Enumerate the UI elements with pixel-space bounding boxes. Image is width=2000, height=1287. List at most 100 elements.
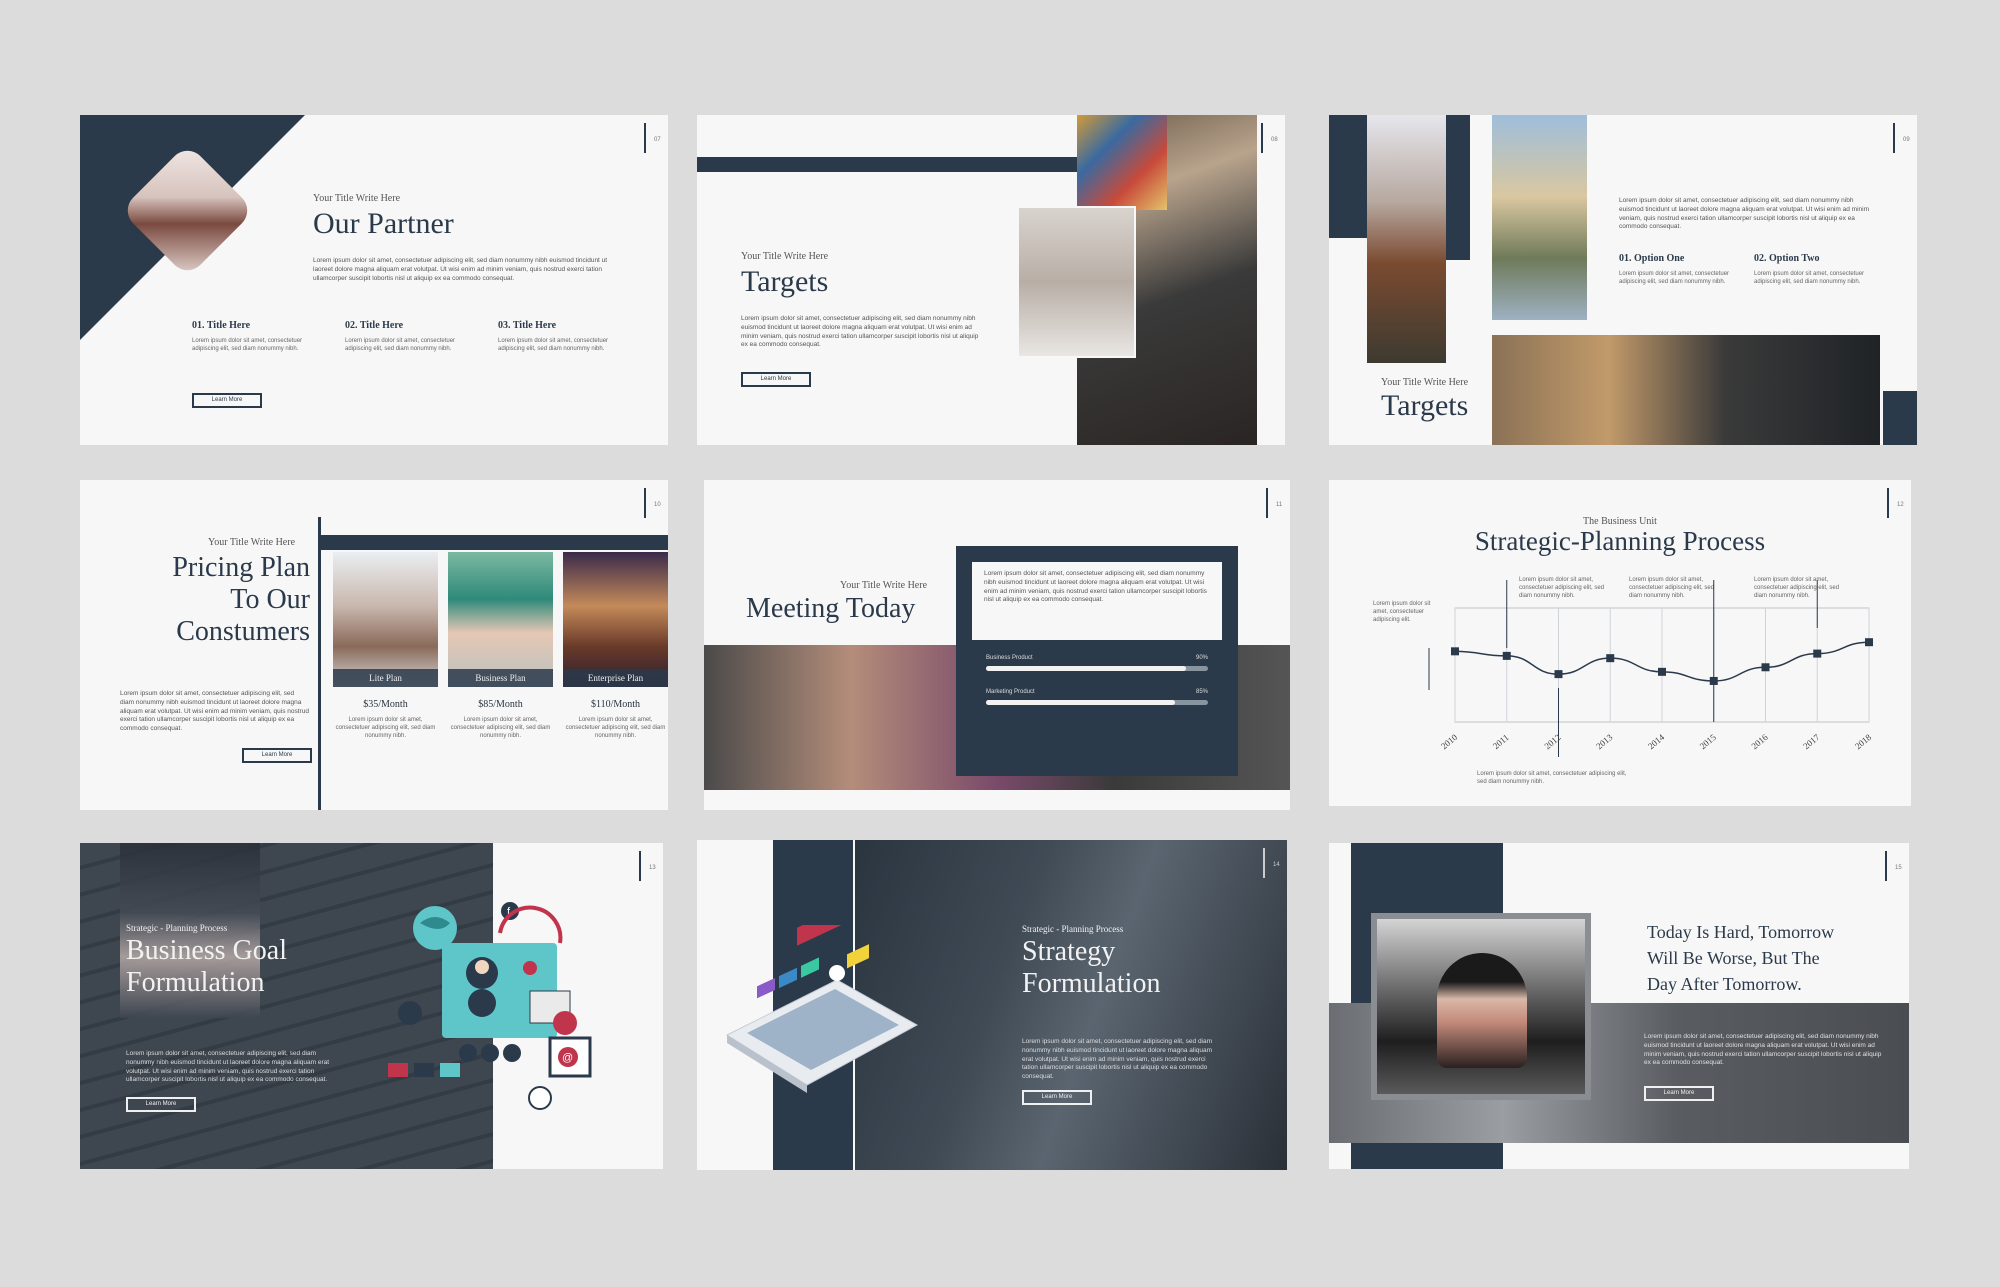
learn-more-button[interactable]: Learn More (1644, 1086, 1714, 1101)
subtitle: Your Title Write Here (313, 193, 401, 204)
option-two: 02. Option Two Lorem ipsum dolor sit ame… (1754, 253, 1865, 286)
page-number: 07 (644, 123, 661, 153)
page-number: 13 (639, 851, 656, 881)
progress-marketing: Marketing Product 85% (986, 688, 1208, 706)
slide-targets-collage[interactable]: 09 Lorem ipsum dolor sit amet, consectet… (1329, 115, 1917, 445)
data-point (1502, 651, 1511, 660)
slide-our-partner[interactable]: 07 Your Title Write Here Our Partner Lor… (80, 115, 668, 445)
social-media-illustration: f @ (388, 902, 592, 1110)
item-3: 03. Title Here Lorem ipsum dolor sit ame… (498, 320, 609, 353)
data-point (1606, 654, 1615, 663)
data-point (1554, 670, 1563, 679)
plan-card-enterprise[interactable]: Enterprise Plan $110/Month Lorem ipsum d… (563, 552, 668, 740)
option-one: 01. Option One Lorem ipsum dolor sit ame… (1619, 253, 1730, 286)
people-icon (459, 1044, 477, 1062)
navy-band (318, 535, 668, 550)
x-tick-label: 2016 (1749, 732, 1770, 752)
learn-more-button[interactable]: Learn More (1022, 1090, 1092, 1105)
page-number: 14 (1263, 848, 1280, 878)
heart-icon (829, 965, 845, 981)
data-point (1865, 638, 1873, 647)
intro-text: Lorem ipsum dolor sit amet, consectetuer… (120, 690, 309, 733)
plan-photo: Lite Plan (333, 552, 438, 687)
x-tick-label: 2011 (1491, 732, 1511, 751)
network-globe-icon (468, 989, 496, 1017)
learn-more-button[interactable]: Learn More (741, 372, 811, 387)
x-tick-label: 2015 (1698, 732, 1719, 752)
plan-card-lite[interactable]: Lite Plan $35/Month Lorem ipsum dolor si… (333, 552, 438, 740)
slide-business-goal[interactable]: 13 Strategic - Planning Process Business… (80, 843, 663, 1169)
slide-title: Our Partner (313, 207, 454, 240)
intro-text: Lorem ipsum dolor sit amet, consectetuer… (313, 257, 608, 282)
back-view-photo (1019, 208, 1134, 356)
page-number: 15 (1885, 851, 1902, 881)
slide-title: Targets (741, 265, 829, 298)
x-tick-label: 2010 (1439, 732, 1460, 752)
learn-more-button[interactable]: Learn More (192, 393, 262, 408)
data-point (1709, 676, 1718, 685)
red-tile (797, 925, 852, 946)
isometric-tablet-illustration (725, 925, 919, 1093)
subtitle: Your Title Write Here (741, 251, 829, 262)
slide-title: Meeting Today (746, 593, 916, 624)
intro-text: Lorem ipsum dolor sit amet, consectetuer… (1619, 197, 1870, 231)
slide-title: Business Goal Formulation (126, 935, 287, 999)
redhead-photo (1367, 115, 1446, 363)
x-tick-label: 2018 (1853, 732, 1874, 752)
progress-business: Business Product 90% (986, 654, 1208, 672)
yellow-tile (847, 944, 869, 969)
x-tick-label: 2012 (1542, 732, 1562, 751)
panel-text-box: Lorem ipsum dolor sit amet, consectetuer… (972, 562, 1222, 640)
location-pin-icon (523, 961, 537, 975)
page-number: 09 (1893, 123, 1910, 153)
page-number: 10 (644, 488, 661, 518)
data-point (1658, 667, 1666, 676)
subtitle: Your Title Write Here (840, 580, 928, 591)
data-point (1761, 663, 1770, 672)
slide-title: Strategy Formulation (1022, 936, 1161, 1000)
data-point (1813, 649, 1822, 658)
x-tick-label: 2014 (1646, 732, 1667, 752)
sunlight-photo (1492, 115, 1587, 320)
svg-text:@: @ (562, 1052, 573, 1064)
intro-text: Lorem ipsum dolor sit amet, consectetuer… (1022, 1038, 1213, 1081)
plan-card-business[interactable]: Business Plan $85/Month Lorem ipsum dolo… (448, 552, 553, 740)
slide-targets[interactable]: 08 Your Title Write Here Targets Lorem i… (697, 115, 1285, 445)
eyebrow: Strategic - Planning Process (1022, 924, 1124, 934)
x-tick-label: 2017 (1801, 732, 1822, 752)
slide-quote[interactable]: 15 Today Is Hard, Tomorrow Will Be Worse… (1329, 843, 1909, 1169)
subtitle: Your Title Write Here (1381, 377, 1469, 388)
navy-block-mid (1446, 115, 1470, 260)
google-plus-icon (528, 1086, 552, 1110)
page-number: 08 (1261, 123, 1278, 153)
plan-photo: Business Plan (448, 552, 553, 687)
portrait-frame (1371, 913, 1591, 1100)
subtitle: Your Title Write Here (208, 537, 296, 548)
item-1: 01. Title Here Lorem ipsum dolor sit ame… (192, 320, 303, 353)
plan-photo: Enterprise Plan (563, 552, 668, 687)
x-tick-label: 2013 (1594, 732, 1615, 752)
slide-meeting-today[interactable]: Lorem ipsum dolor sit amet, consectetuer… (704, 480, 1290, 810)
info-panel: Lorem ipsum dolor sit amet, consectetuer… (956, 546, 1238, 776)
eyebrow: Strategic - Planning Process (126, 923, 228, 933)
woman-portrait (1437, 953, 1527, 1068)
progress-fill (986, 666, 1186, 672)
learn-more-button[interactable]: Learn More (126, 1097, 196, 1112)
painting-photo (1077, 115, 1167, 210)
slide-title: Pricing Plan To Our Constumers (172, 552, 310, 648)
chat-icon (553, 1011, 577, 1035)
slide-strategic-planning[interactable]: 12 The Business Unit Strategic-Planning … (1329, 480, 1911, 806)
item-2: 02. Title Here Lorem ipsum dolor sit ame… (345, 320, 456, 353)
line-chart: 2010 2011 2012 2013 2014 2015 2016 2017 2018 (1428, 580, 1874, 757)
navy-block-right (1883, 391, 1917, 445)
learn-more-button[interactable]: Learn More (242, 748, 312, 763)
slide-pricing-plan[interactable]: 10 Your Title Write Here Pricing Plan To… (80, 480, 668, 810)
glasses-photo (1492, 335, 1880, 445)
slide-title: Targets (1381, 389, 1469, 422)
navy-band (697, 157, 1087, 172)
vertical-divider (318, 517, 321, 810)
gear-icon (398, 1001, 422, 1025)
slide-strategy-formulation[interactable]: 14 Strategic - Planning Process Strategy… (697, 840, 1287, 1170)
quote-text: Today Is Hard, Tomorrow Will Be Worse, B… (1647, 922, 1835, 995)
progress-fill (986, 700, 1175, 706)
